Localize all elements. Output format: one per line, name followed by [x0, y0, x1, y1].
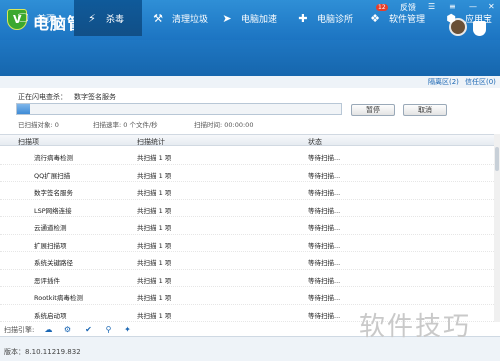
scan-item-status: 等待扫描... — [308, 241, 341, 250]
tab-clinic[interactable]: ✚ 电脑诊所 — [295, 0, 365, 36]
scan-item-name: 恶评插件 — [34, 276, 60, 285]
table-row[interactable]: QQ扩展扫描 共扫描 1 项 等待扫描... — [0, 165, 494, 182]
engine-bird-icon[interactable]: ✔ — [84, 325, 93, 334]
engine-cloud-icon[interactable]: ☁ — [44, 325, 53, 334]
monitor-icon: 🖵 — [17, 11, 29, 24]
tab-home[interactable]: 🖵 首页 — [15, 0, 81, 36]
column-status: 状态 — [308, 138, 322, 146]
progress-fill — [17, 104, 30, 114]
scan-item-stats: 共扫描 1 项 — [137, 171, 172, 180]
scan-item-stats: 共扫描 1 项 — [137, 294, 172, 302]
scan-item-status: 等待扫描... — [308, 294, 341, 302]
scan-item-name: 系统启动项 — [34, 311, 67, 320]
table-row[interactable]: 流行病毒检测 共扫描 1 项 等待扫描... — [0, 147, 494, 165]
scan-item-status: 等待扫描... — [308, 189, 341, 197]
update-count-badge: 12 — [376, 4, 388, 11]
rocket-icon: ➤ — [222, 11, 232, 25]
scan-item-stats: 共扫描 1 项 — [137, 311, 172, 320]
scan-item-name: Rootkit病毒检测 — [34, 294, 83, 302]
scan-item-stats: 共扫描 1 项 — [137, 241, 172, 250]
scan-item-status: 等待扫描... — [308, 171, 341, 180]
scan-item-stats: 共扫描 1 项 — [137, 154, 172, 162]
scan-item-name: 数字签名服务 — [34, 189, 73, 197]
table-row[interactable]: 数字签名服务 共扫描 1 项 等待扫描... — [0, 182, 494, 200]
scrollbar-thumb[interactable] — [495, 147, 499, 171]
trust-link[interactable]: 信任区(0) — [465, 77, 496, 87]
scan-item-status: 等待扫描... — [308, 224, 341, 232]
table-header: 扫描项 扫描统计 状态 — [0, 134, 494, 146]
scan-speed: 扫描速率: 0 个文件/秒 — [93, 121, 158, 129]
watermark: 软件技巧 — [359, 312, 472, 342]
engine-antivirus-icon[interactable]: ⚙ — [63, 325, 72, 334]
tab-app-store[interactable]: ⬢ 应用宝 — [443, 0, 500, 36]
table-row[interactable]: Rootkit病毒检测 共扫描 1 项 等待扫描... — [0, 287, 494, 305]
tab-speedup[interactable]: ➤ 电脑加速 — [219, 0, 289, 36]
tab-software[interactable]: ❖ 12 软件管理 — [367, 0, 439, 36]
table-row[interactable]: 云通道检测 共扫描 1 项 等待扫描... — [0, 217, 494, 235]
scan-item-stats: 共扫描 1 项 — [137, 206, 172, 215]
version-text: 版本：8.10.11219.832 — [4, 348, 81, 356]
nav-bar — [0, 40, 500, 76]
lightning-icon: ⚡ — [88, 11, 96, 25]
scan-item-status: 等待扫描... — [308, 276, 341, 285]
scan-item-name: QQ扩展扫描 — [34, 171, 71, 180]
scan-item-stats: 共扫描 1 项 — [137, 276, 172, 285]
scrollbar[interactable] — [494, 134, 500, 336]
scanned-count: 已扫描对象: 0 — [18, 121, 59, 129]
broom-icon: ⚒ — [153, 11, 163, 25]
column-item: 扫描项 — [18, 138, 39, 146]
app-store-icon: ⬢ — [446, 11, 456, 25]
scan-item-name: 云通道检测 — [34, 224, 67, 232]
scan-time: 扫描时间: 00:00:00 — [194, 121, 254, 129]
engine-search-icon[interactable]: ⚲ — [104, 325, 113, 334]
column-stats: 扫描统计 — [137, 138, 165, 146]
scan-item-name: LSP网络连接 — [34, 206, 72, 215]
pause-button[interactable]: 暂停 — [351, 104, 395, 116]
scan-item-stats: 共扫描 1 项 — [137, 259, 172, 267]
scan-item-list: 流行病毒检测 共扫描 1 项等待扫描... QQ扩展扫描 共扫描 1 项等待扫描...… — [0, 147, 494, 322]
scan-item-stats: 共扫描 1 项 — [137, 224, 172, 232]
scan-item-status: 等待扫描... — [308, 206, 341, 215]
scan-item-status: 等待扫描... — [308, 311, 341, 320]
scan-item-status: 等待扫描... — [308, 154, 341, 162]
clinic-icon: ✚ — [298, 11, 308, 25]
engine-shield-icon[interactable]: ✦ — [123, 325, 132, 334]
scan-item-name: 扩展扫描项 — [34, 241, 67, 250]
table-row[interactable]: LSP网络连接 共扫描 1 项 等待扫描... — [0, 200, 494, 217]
tab-clean[interactable]: ⚒ 清理垃圾 — [150, 0, 220, 36]
scan-progress-bar — [16, 103, 342, 115]
scan-item-name: 系统关键路径 — [34, 259, 73, 267]
engine-label: 扫描引擎: — [4, 326, 35, 334]
quarantine-link[interactable]: 隔离区(2) — [428, 77, 459, 87]
table-row[interactable]: 恶评插件 共扫描 1 项 等待扫描... — [0, 270, 494, 287]
scan-item-status: 等待扫描... — [308, 259, 341, 267]
scan-item-name: 流行病毒检测 — [34, 154, 73, 162]
scan-status-label: 正在闪电查杀： — [18, 93, 67, 101]
scan-item-stats: 共扫描 1 项 — [137, 189, 172, 197]
table-row[interactable]: 系统关键路径 共扫描 1 项 等待扫描... — [0, 252, 494, 270]
scan-current-item: 数字签名服务 — [74, 93, 116, 101]
tab-antivirus[interactable]: ⚡ 杀毒 — [74, 0, 142, 36]
cancel-button[interactable]: 取消 — [403, 104, 447, 116]
table-row[interactable]: 扩展扫描项 共扫描 1 项 等待扫描... — [0, 235, 494, 252]
software-icon: ❖ — [370, 11, 380, 25]
